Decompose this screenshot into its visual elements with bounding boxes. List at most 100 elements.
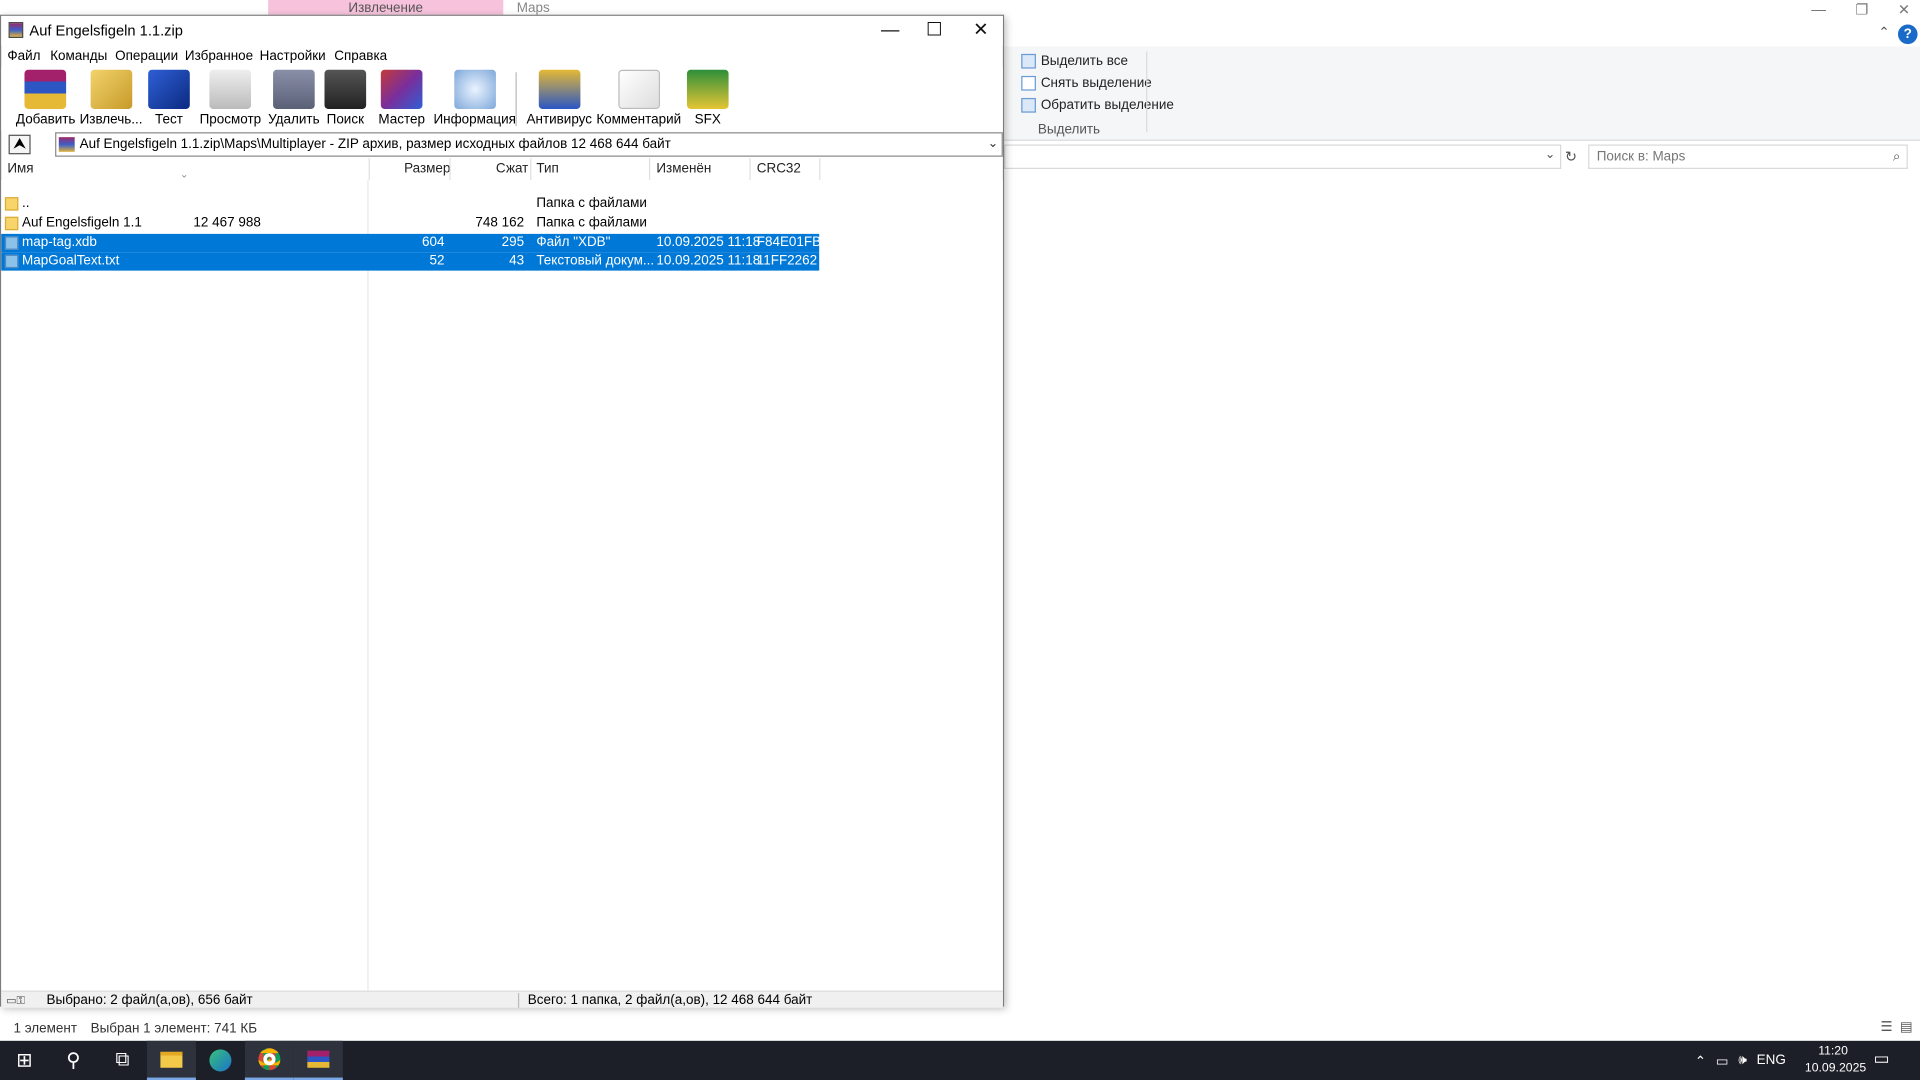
extract-label: Извлечь... bbox=[79, 112, 143, 128]
notification-icon[interactable]: ▭ bbox=[1873, 1048, 1889, 1069]
test-button[interactable]: Тест bbox=[148, 69, 190, 128]
info-label: Информация bbox=[433, 112, 516, 128]
column-modified[interactable]: Изменён bbox=[656, 162, 711, 177]
add-button[interactable]: Добавить bbox=[15, 69, 76, 128]
menu-settings[interactable]: Настройки bbox=[260, 49, 326, 64]
system-tray: ⌃ ▭ 🕪 ENG bbox=[1695, 1041, 1786, 1080]
column-divider[interactable] bbox=[368, 157, 370, 181]
info-button[interactable]: Информация bbox=[433, 69, 516, 128]
extract-button[interactable]: Извлечь... bbox=[79, 69, 143, 128]
clock-date: 10.09.2025 bbox=[1804, 1061, 1867, 1076]
column-type[interactable]: Тип bbox=[536, 162, 558, 177]
find-button[interactable]: Поиск bbox=[324, 69, 367, 127]
item-packed: 43 bbox=[509, 253, 525, 269]
minimize-icon[interactable]: — bbox=[1811, 0, 1826, 20]
details-view-icon[interactable]: ☰ bbox=[1880, 1019, 1892, 1035]
view-toggle: ☰ ▤ bbox=[1880, 1019, 1912, 1035]
list-item[interactable]: MapGoalText.txt 52 43 Текстовый докум...… bbox=[1, 252, 820, 271]
deselect-button[interactable]: Снять выделение bbox=[1021, 75, 1152, 91]
windows-start-icon[interactable]: ⊞ bbox=[0, 1041, 49, 1080]
list-item[interactable]: Auf Engelsfigeln 1.1 12 467 988 748 162 … bbox=[1, 214, 819, 232]
menu-file[interactable]: Файл bbox=[7, 49, 40, 64]
menu-help[interactable]: Справка bbox=[334, 49, 387, 64]
help-icon[interactable]: ? bbox=[1897, 24, 1918, 45]
folder-icon bbox=[4, 216, 19, 231]
column-divider[interactable] bbox=[530, 157, 532, 181]
delete-button[interactable]: Удалить bbox=[268, 69, 320, 127]
list-item[interactable]: .. Папка с файлами bbox=[1, 195, 819, 213]
winrar-taskbar-icon[interactable] bbox=[293, 1040, 343, 1080]
column-name[interactable]: Имя bbox=[7, 162, 33, 177]
window-title: Auf Engelsfigeln 1.1.zip bbox=[29, 22, 183, 40]
chrome-icon[interactable] bbox=[244, 1040, 294, 1080]
search-icon[interactable]: ⌕ bbox=[1893, 146, 1901, 168]
clock[interactable]: 11:20 10.09.2025 bbox=[1804, 1043, 1867, 1077]
tray-chevron-icon[interactable]: ⌃ bbox=[1695, 1052, 1706, 1069]
item-type: Файл "XDB" bbox=[536, 235, 611, 250]
menu-commands[interactable]: Команды bbox=[50, 49, 107, 64]
column-divider[interactable] bbox=[648, 157, 651, 181]
language-indicator[interactable]: ENG bbox=[1757, 1053, 1786, 1068]
refresh-icon[interactable]: ↻ bbox=[1561, 144, 1581, 168]
minimize-button[interactable]: — bbox=[867, 16, 914, 45]
restore-icon[interactable]: ❐ bbox=[1855, 0, 1868, 20]
column-size[interactable]: Размер bbox=[404, 162, 450, 177]
close-icon[interactable]: ✕ bbox=[1898, 0, 1910, 20]
info-icon bbox=[453, 69, 496, 109]
path-text: Auf Engelsfigeln 1.1.zip\Maps\Multiplaye… bbox=[79, 137, 671, 152]
comment-button[interactable]: Комментарий bbox=[596, 69, 681, 127]
sfx-button[interactable]: SFX bbox=[686, 69, 729, 128]
view-button[interactable]: Просмотр bbox=[199, 69, 262, 128]
path-field[interactable]: Auf Engelsfigeln 1.1.zip\Maps\Multiplaye… bbox=[55, 132, 1003, 157]
task-view-icon[interactable]: ⧉ bbox=[98, 1041, 147, 1080]
item-name: Auf Engelsfigeln 1.1 bbox=[22, 215, 142, 231]
item-name: map-tag.xdb bbox=[22, 235, 97, 250]
select-all-button[interactable]: Выделить все bbox=[1021, 53, 1128, 69]
item-size: 12 467 988 bbox=[193, 215, 261, 231]
item-type: Папка с файлами bbox=[536, 215, 647, 231]
list-item[interactable]: map-tag.xdb 604 295 Файл "XDB" 10.09.202… bbox=[1, 233, 821, 253]
close-button[interactable]: ✕ bbox=[958, 16, 1005, 45]
test-icon bbox=[148, 69, 190, 109]
explorer-status-bar: 1 элемент Выбран 1 элемент: 741 КБ ☰ ▤ bbox=[0, 1016, 1920, 1041]
test-label: Тест bbox=[155, 112, 183, 128]
maximize-button[interactable]: ☐ bbox=[911, 16, 958, 45]
explorer-address-bar[interactable]: ⌄ bbox=[1004, 144, 1562, 169]
explorer-search-input[interactable]: Поиск в: Maps ⌕ bbox=[1588, 144, 1908, 169]
volume-icon[interactable]: 🕪 bbox=[1738, 1052, 1746, 1068]
menu-favorites[interactable]: Избранное bbox=[185, 49, 253, 64]
column-crc[interactable]: CRC32 bbox=[757, 162, 801, 177]
edge-icon[interactable] bbox=[196, 1041, 245, 1080]
antivirus-button[interactable]: Антивирус bbox=[527, 69, 592, 127]
column-divider[interactable] bbox=[749, 157, 751, 181]
extract-folder-icon bbox=[90, 69, 132, 109]
sfx-label: SFX bbox=[694, 112, 721, 128]
item-type: Папка с файлами bbox=[536, 195, 647, 211]
invert-selection-button[interactable]: Обратить выделение bbox=[1021, 97, 1174, 113]
winrar-titlebar[interactable]: Auf Engelsfigeln 1.1.zip — ☐ ✕ bbox=[1, 15, 1005, 46]
tiles-view-icon[interactable]: ▤ bbox=[1900, 1019, 1913, 1035]
view-label: Просмотр bbox=[199, 112, 262, 128]
sfx-icon bbox=[686, 69, 729, 109]
network-icon[interactable]: ▭ bbox=[1716, 1052, 1729, 1069]
search-placeholder: Поиск в: Maps bbox=[1596, 149, 1686, 165]
add-archive-icon bbox=[24, 69, 67, 109]
chevron-down-icon[interactable]: ⌄ bbox=[1545, 148, 1555, 161]
explorer-ribbon: Выделить все Снять выделение Обратить вы… bbox=[1004, 46, 1920, 141]
chevron-up-icon[interactable]: ⌃ bbox=[1878, 24, 1889, 41]
add-label: Добавить bbox=[15, 112, 76, 128]
wizard-button[interactable]: Мастер bbox=[378, 69, 425, 127]
menu-operations[interactable]: Операции bbox=[115, 49, 178, 64]
file-explorer-icon[interactable] bbox=[146, 1040, 196, 1080]
item-modified: 10.09.2025 11:18 bbox=[656, 253, 761, 269]
chevron-down-icon[interactable]: ⌄ bbox=[988, 133, 998, 155]
column-divider[interactable] bbox=[449, 157, 451, 181]
up-folder-icon[interactable]: ⮝ bbox=[8, 134, 31, 155]
explorer-window-controls: — ❐ ✕ bbox=[1811, 0, 1910, 20]
column-divider[interactable] bbox=[819, 157, 821, 181]
status-selected: Выбран 1 элемент: 741 КБ bbox=[90, 1021, 258, 1036]
invert-selection-icon bbox=[1021, 97, 1036, 113]
search-icon[interactable]: ⚲ bbox=[49, 1041, 98, 1080]
status-item-count: 1 элемент bbox=[13, 1021, 77, 1036]
column-packed[interactable]: Сжат bbox=[496, 162, 528, 177]
